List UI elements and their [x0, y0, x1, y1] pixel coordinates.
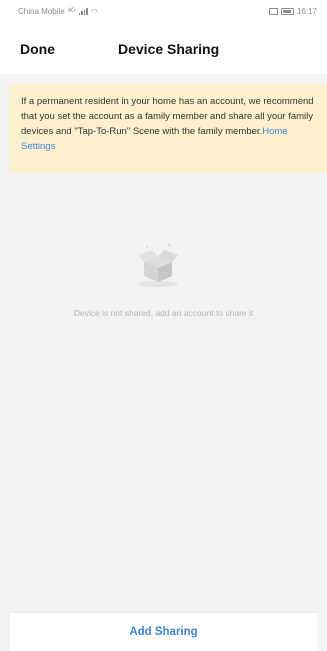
carrier-name: China Mobile	[18, 6, 65, 16]
signal-icon	[78, 7, 88, 15]
battery-icon	[280, 7, 294, 15]
empty-box-icon	[138, 243, 178, 287]
clock: 16:17	[296, 6, 317, 16]
add-sharing-label: Add Sharing	[129, 626, 198, 638]
sim-icon	[268, 7, 278, 15]
family-sharing-notice: If a permanent resident in your home has…	[9, 84, 327, 173]
status-bar: China Mobile 4G ◠ 16:17	[0, 0, 327, 22]
status-right: 16:17	[268, 6, 317, 16]
done-button[interactable]: Done	[20, 41, 55, 57]
page-title: Device Sharing	[118, 41, 220, 57]
add-sharing-button[interactable]: Add Sharing	[10, 612, 317, 651]
nav-bar: Done Device Sharing	[0, 22, 327, 74]
network-type: 4G	[67, 8, 76, 14]
wifi-icon: ◠	[90, 6, 98, 16]
empty-state-message: Device is not shared, add an account to …	[73, 308, 254, 318]
status-left: China Mobile 4G ◠	[18, 7, 98, 16]
